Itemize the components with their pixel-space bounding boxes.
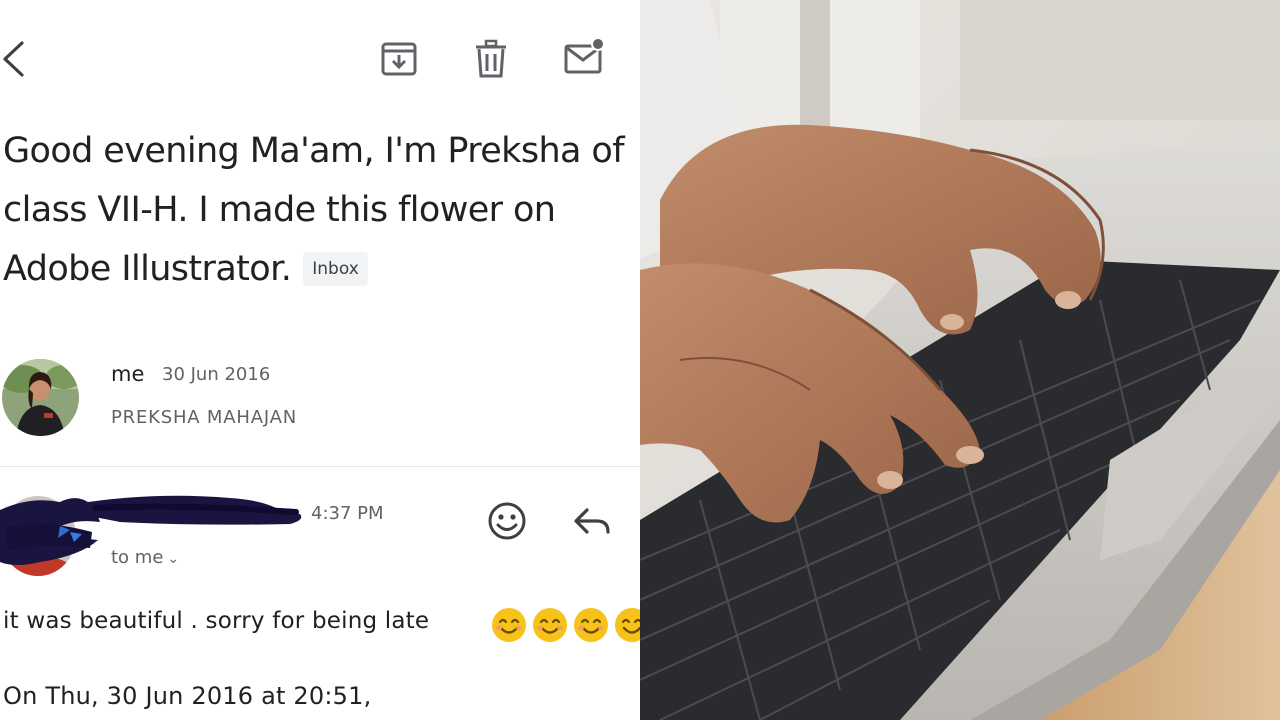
recipients-toggle[interactable]: to me ⌄ xyxy=(111,547,179,568)
avatar[interactable] xyxy=(2,359,79,436)
message-time: 4:37 PM xyxy=(311,503,384,524)
hands-typing-illustration xyxy=(640,0,1280,720)
email-subject: Good evening Ma'am, I'm Preksha of class… xyxy=(3,122,635,299)
to-me-label: to me xyxy=(111,547,164,568)
emoji-row xyxy=(490,606,640,646)
smiling-emoji-icon xyxy=(533,608,567,642)
chevron-down-icon: ⌄ xyxy=(167,551,180,567)
smiling-emoji-icon xyxy=(492,608,526,642)
quoted-message-header: On Thu, 30 Jun 2016 at 20:51, xyxy=(3,682,372,710)
archive-icon[interactable] xyxy=(378,38,420,80)
emoji-reaction-icon[interactable] xyxy=(486,500,528,542)
inbox-label-chip[interactable]: Inbox xyxy=(303,252,368,286)
typing-photo xyxy=(640,0,1280,720)
reply-icon[interactable] xyxy=(571,504,613,540)
message-body: it was beautiful . sorry for being late xyxy=(3,608,430,634)
back-arrow-icon[interactable] xyxy=(0,38,30,80)
smiling-emoji-icon xyxy=(615,608,640,642)
sender-name: me xyxy=(111,362,145,386)
message-date: 30 Jun 2016 xyxy=(162,364,271,385)
recipient-name: PREKSHA MAHAJAN xyxy=(111,407,297,428)
trash-icon[interactable] xyxy=(470,38,512,80)
mark-unread-icon[interactable] xyxy=(562,36,608,80)
email-screenshot: Good evening Ma'am, I'm Preksha of class… xyxy=(0,0,640,720)
smiling-emoji-icon xyxy=(574,608,608,642)
message-divider xyxy=(0,466,640,467)
